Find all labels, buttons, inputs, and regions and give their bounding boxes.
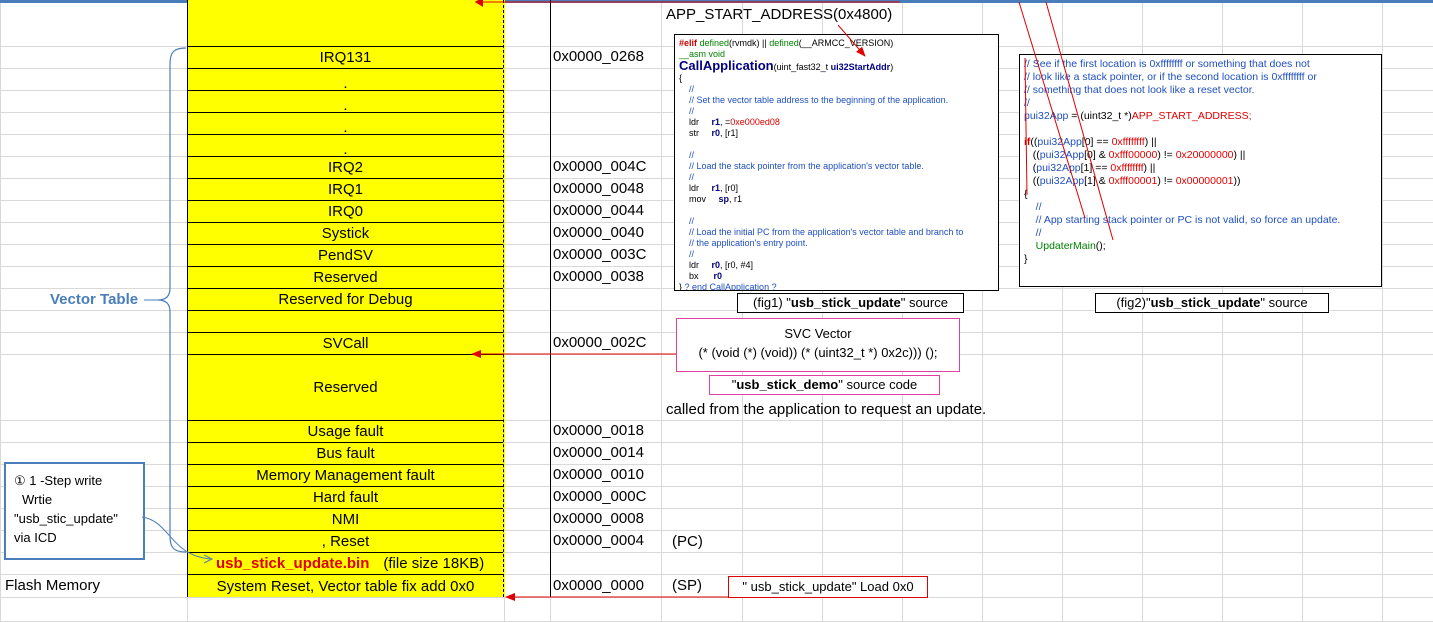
vector-row-address: 0x0000_003C — [553, 246, 647, 263]
vector-row-address: 0x0000_0048 — [553, 180, 644, 197]
vector-row-address: 0x0000_0014 — [553, 444, 644, 461]
vector-row-address: 0x0000_0008 — [553, 510, 644, 527]
vector-row-address: 0x0000_002C — [553, 334, 647, 351]
vector-row-address: 0x0000_000C — [553, 488, 647, 505]
vector-row-address: 0x0000_0000 — [553, 577, 644, 594]
vector-row-address: 0x0000_0040 — [553, 224, 644, 241]
vector-row-address: 0x0000_0018 — [553, 422, 644, 439]
annotation-arrows — [471, 0, 1114, 601]
vector-row-address: 0x0000_0268 — [553, 48, 644, 65]
vector-row-address: 0x0000_0044 — [553, 202, 644, 219]
vector-row-address: 0x0000_004C — [553, 158, 647, 175]
vector-row-address: 0x0000_0010 — [553, 466, 644, 483]
vector-row-address: 0x0000_0004 — [553, 532, 644, 549]
vector-row-address: 0x0000_0038 — [553, 268, 644, 285]
